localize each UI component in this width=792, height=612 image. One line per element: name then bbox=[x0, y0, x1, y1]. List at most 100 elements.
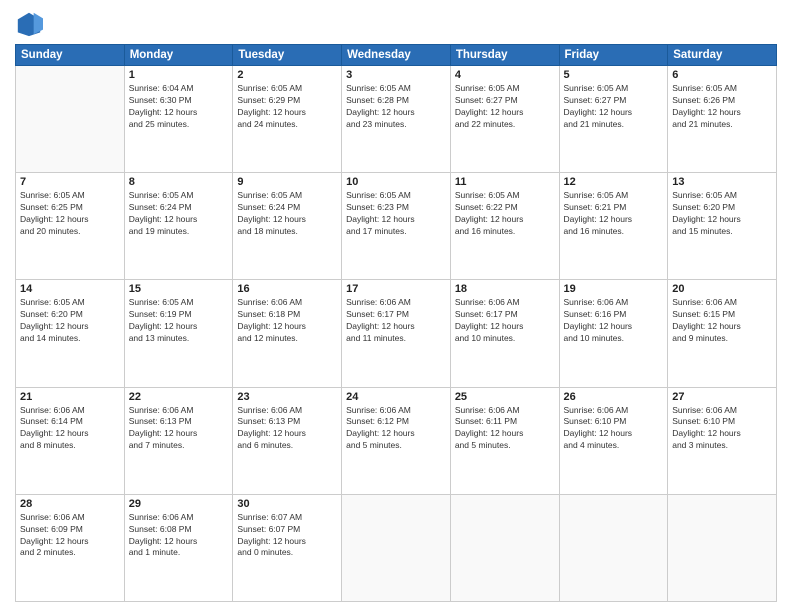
weekday-header-row: SundayMondayTuesdayWednesdayThursdayFrid… bbox=[16, 45, 777, 66]
calendar-cell: 20 Sunrise: 6:06 AM Sunset: 6:15 PM Dayli… bbox=[668, 280, 777, 387]
day-number: 12 bbox=[564, 176, 664, 188]
calendar-cell: 19 Sunrise: 6:06 AM Sunset: 6:16 PM Dayli… bbox=[559, 280, 668, 387]
calendar-cell: 17 Sunrise: 6:06 AM Sunset: 6:17 PM Dayli… bbox=[342, 280, 451, 387]
weekday-header-monday: Monday bbox=[124, 45, 233, 66]
weekday-header-tuesday: Tuesday bbox=[233, 45, 342, 66]
day-info: Sunrise: 6:05 AM Sunset: 6:27 PM Dayligh… bbox=[564, 83, 664, 131]
calendar-cell: 8 Sunrise: 6:05 AM Sunset: 6:24 PM Daylig… bbox=[124, 173, 233, 280]
day-number: 10 bbox=[346, 176, 446, 188]
week-row-2: 7 Sunrise: 6:05 AM Sunset: 6:25 PM Daylig… bbox=[16, 173, 777, 280]
header bbox=[15, 10, 777, 38]
day-number: 13 bbox=[672, 176, 772, 188]
day-info: Sunrise: 6:05 AM Sunset: 6:23 PM Dayligh… bbox=[346, 190, 446, 238]
calendar-cell: 14 Sunrise: 6:05 AM Sunset: 6:20 PM Dayli… bbox=[16, 280, 125, 387]
calendar-cell: 12 Sunrise: 6:05 AM Sunset: 6:21 PM Dayli… bbox=[559, 173, 668, 280]
day-info: Sunrise: 6:06 AM Sunset: 6:17 PM Dayligh… bbox=[455, 297, 555, 345]
calendar-cell: 24 Sunrise: 6:06 AM Sunset: 6:12 PM Dayli… bbox=[342, 387, 451, 494]
day-info: Sunrise: 6:06 AM Sunset: 6:17 PM Dayligh… bbox=[346, 297, 446, 345]
weekday-header-friday: Friday bbox=[559, 45, 668, 66]
day-info: Sunrise: 6:06 AM Sunset: 6:11 PM Dayligh… bbox=[455, 405, 555, 453]
weekday-header-saturday: Saturday bbox=[668, 45, 777, 66]
calendar-cell bbox=[450, 494, 559, 601]
calendar-cell bbox=[16, 66, 125, 173]
day-info: Sunrise: 6:06 AM Sunset: 6:10 PM Dayligh… bbox=[672, 405, 772, 453]
calendar-cell: 27Sunrise: 6:06 AM Sunset: 6:10 PM Dayli… bbox=[668, 387, 777, 494]
day-number: 3 bbox=[346, 69, 446, 81]
calendar-cell: 28 Sunrise: 6:06 AM Sunset: 6:09 PM Dayli… bbox=[16, 494, 125, 601]
day-info: Sunrise: 6:05 AM Sunset: 6:22 PM Dayligh… bbox=[455, 190, 555, 238]
day-number: 19 bbox=[564, 283, 664, 295]
weekday-header-sunday: Sunday bbox=[16, 45, 125, 66]
day-number: 18 bbox=[455, 283, 555, 295]
calendar-cell: 9 Sunrise: 6:05 AM Sunset: 6:24 PM Daylig… bbox=[233, 173, 342, 280]
calendar-cell: 25 Sunrise: 6:06 AM Sunset: 6:11 PM Dayli… bbox=[450, 387, 559, 494]
day-info: Sunrise: 6:05 AM Sunset: 6:25 PM Dayligh… bbox=[20, 190, 120, 238]
day-info: Sunrise: 6:05 AM Sunset: 6:24 PM Dayligh… bbox=[237, 190, 337, 238]
day-number: 2 bbox=[237, 69, 337, 81]
day-info: Sunrise: 6:06 AM Sunset: 6:18 PM Dayligh… bbox=[237, 297, 337, 345]
calendar-cell: 29 Sunrise: 6:06 AM Sunset: 6:08 PM Dayli… bbox=[124, 494, 233, 601]
day-info: Sunrise: 6:06 AM Sunset: 6:13 PM Dayligh… bbox=[237, 405, 337, 453]
day-number: 11 bbox=[455, 176, 555, 188]
calendar-cell: 3 Sunrise: 6:05 AM Sunset: 6:28 PM Daylig… bbox=[342, 66, 451, 173]
day-info: Sunrise: 6:05 AM Sunset: 6:29 PM Dayligh… bbox=[237, 83, 337, 131]
day-info: Sunrise: 6:05 AM Sunset: 6:26 PM Dayligh… bbox=[672, 83, 772, 131]
day-number: 24 bbox=[346, 391, 446, 403]
day-number: 4 bbox=[455, 69, 555, 81]
calendar-cell: 4Sunrise: 6:05 AM Sunset: 6:27 PM Daylig… bbox=[450, 66, 559, 173]
page: SundayMondayTuesdayWednesdayThursdayFrid… bbox=[0, 0, 792, 612]
calendar-cell: 21Sunrise: 6:06 AM Sunset: 6:14 PM Dayli… bbox=[16, 387, 125, 494]
calendar-cell: 23 Sunrise: 6:06 AM Sunset: 6:13 PM Dayli… bbox=[233, 387, 342, 494]
day-number: 17 bbox=[346, 283, 446, 295]
day-info: Sunrise: 6:06 AM Sunset: 6:13 PM Dayligh… bbox=[129, 405, 229, 453]
day-info: Sunrise: 6:05 AM Sunset: 6:20 PM Dayligh… bbox=[20, 297, 120, 345]
day-number: 9 bbox=[237, 176, 337, 188]
weekday-header-thursday: Thursday bbox=[450, 45, 559, 66]
day-number: 1 bbox=[129, 69, 229, 81]
calendar-cell: 2 Sunrise: 6:05 AM Sunset: 6:29 PM Daylig… bbox=[233, 66, 342, 173]
calendar-cell: 7 Sunrise: 6:05 AM Sunset: 6:25 PM Daylig… bbox=[16, 173, 125, 280]
day-info: Sunrise: 6:05 AM Sunset: 6:24 PM Dayligh… bbox=[129, 190, 229, 238]
day-info: Sunrise: 6:05 AM Sunset: 6:21 PM Dayligh… bbox=[564, 190, 664, 238]
calendar-cell bbox=[668, 494, 777, 601]
day-info: Sunrise: 6:05 AM Sunset: 6:28 PM Dayligh… bbox=[346, 83, 446, 131]
calendar-cell: 22 Sunrise: 6:06 AM Sunset: 6:13 PM Dayli… bbox=[124, 387, 233, 494]
calendar-cell: 15Sunrise: 6:05 AM Sunset: 6:19 PM Dayli… bbox=[124, 280, 233, 387]
day-number: 14 bbox=[20, 283, 120, 295]
day-number: 7 bbox=[20, 176, 120, 188]
day-number: 29 bbox=[129, 498, 229, 510]
day-info: Sunrise: 6:05 AM Sunset: 6:20 PM Dayligh… bbox=[672, 190, 772, 238]
day-number: 6 bbox=[672, 69, 772, 81]
day-info: Sunrise: 6:06 AM Sunset: 6:10 PM Dayligh… bbox=[564, 405, 664, 453]
calendar-cell bbox=[559, 494, 668, 601]
logo-icon bbox=[15, 10, 43, 38]
day-number: 5 bbox=[564, 69, 664, 81]
calendar-cell: 13 Sunrise: 6:05 AM Sunset: 6:20 PM Dayli… bbox=[668, 173, 777, 280]
day-number: 8 bbox=[129, 176, 229, 188]
day-info: Sunrise: 6:07 AM Sunset: 6:07 PM Dayligh… bbox=[237, 512, 337, 560]
day-number: 26 bbox=[564, 391, 664, 403]
week-row-4: 21Sunrise: 6:06 AM Sunset: 6:14 PM Dayli… bbox=[16, 387, 777, 494]
day-info: Sunrise: 6:06 AM Sunset: 6:16 PM Dayligh… bbox=[564, 297, 664, 345]
day-number: 22 bbox=[129, 391, 229, 403]
day-number: 25 bbox=[455, 391, 555, 403]
day-info: Sunrise: 6:06 AM Sunset: 6:14 PM Dayligh… bbox=[20, 405, 120, 453]
weekday-header-wednesday: Wednesday bbox=[342, 45, 451, 66]
day-info: Sunrise: 6:06 AM Sunset: 6:15 PM Dayligh… bbox=[672, 297, 772, 345]
day-info: Sunrise: 6:06 AM Sunset: 6:09 PM Dayligh… bbox=[20, 512, 120, 560]
day-number: 28 bbox=[20, 498, 120, 510]
calendar-cell: 18 Sunrise: 6:06 AM Sunset: 6:17 PM Dayli… bbox=[450, 280, 559, 387]
calendar-cell: 30Sunrise: 6:07 AM Sunset: 6:07 PM Dayli… bbox=[233, 494, 342, 601]
day-info: Sunrise: 6:06 AM Sunset: 6:12 PM Dayligh… bbox=[346, 405, 446, 453]
week-row-1: 1 Sunrise: 6:04 AM Sunset: 6:30 PM Daylig… bbox=[16, 66, 777, 173]
day-number: 23 bbox=[237, 391, 337, 403]
calendar-cell: 6 Sunrise: 6:05 AM Sunset: 6:26 PM Daylig… bbox=[668, 66, 777, 173]
week-row-5: 28 Sunrise: 6:06 AM Sunset: 6:09 PM Dayli… bbox=[16, 494, 777, 601]
day-info: Sunrise: 6:04 AM Sunset: 6:30 PM Dayligh… bbox=[129, 83, 229, 131]
week-row-3: 14 Sunrise: 6:05 AM Sunset: 6:20 PM Dayli… bbox=[16, 280, 777, 387]
logo bbox=[15, 10, 47, 38]
day-number: 20 bbox=[672, 283, 772, 295]
day-info: Sunrise: 6:06 AM Sunset: 6:08 PM Dayligh… bbox=[129, 512, 229, 560]
calendar-cell bbox=[342, 494, 451, 601]
calendar-cell: 5 Sunrise: 6:05 AM Sunset: 6:27 PM Daylig… bbox=[559, 66, 668, 173]
